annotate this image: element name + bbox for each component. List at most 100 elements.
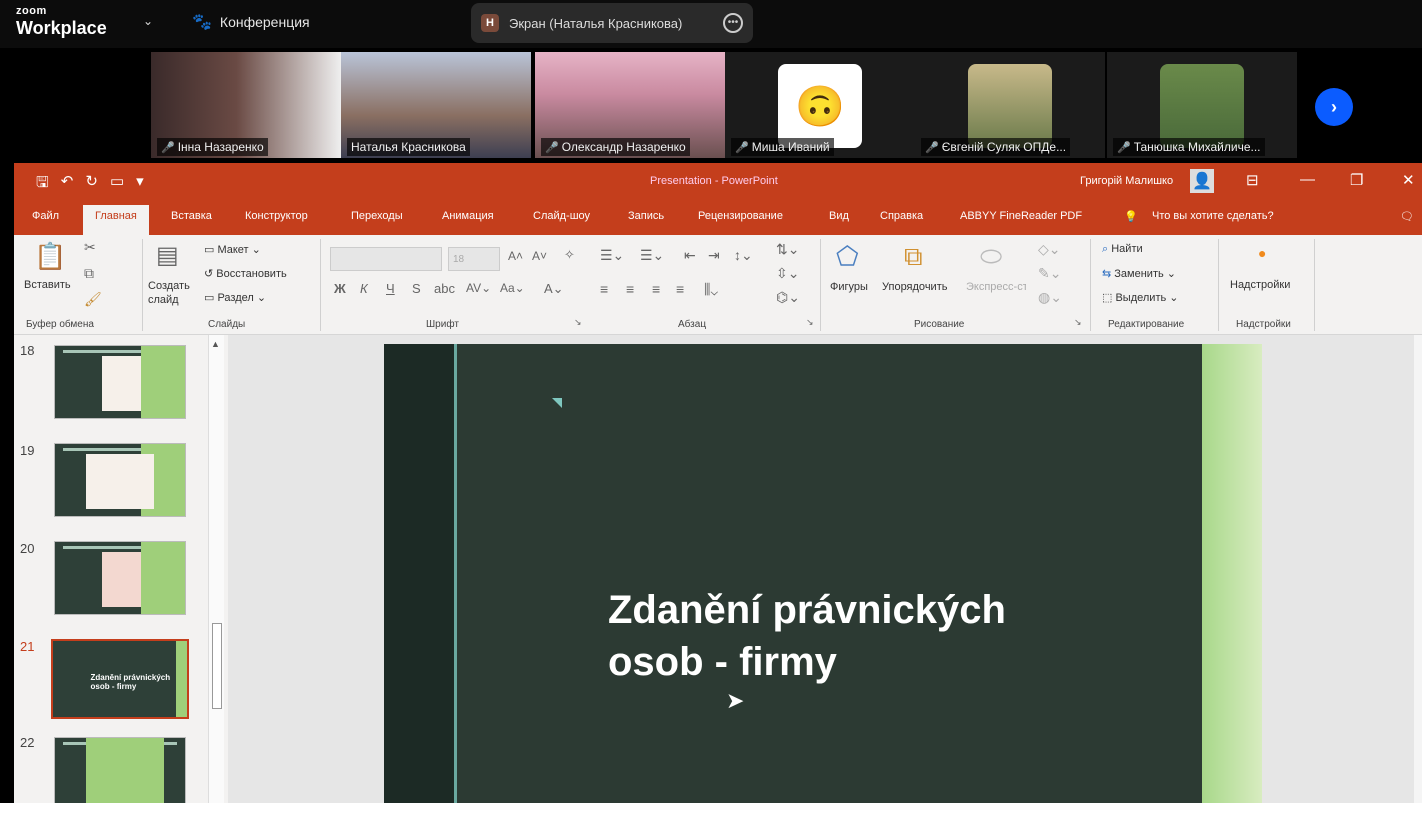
columns-icon[interactable]: ⫼⌄ xyxy=(704,281,718,298)
increase-indent-icon[interactable]: ⇥ xyxy=(708,247,720,264)
scrollbar-thumb[interactable] xyxy=(212,623,222,709)
next-page-button[interactable]: › xyxy=(1315,88,1353,126)
dialog-launcher-icon[interactable]: ↘ xyxy=(806,317,814,328)
account-name[interactable]: Григорій Малишко xyxy=(1080,175,1173,187)
section-button[interactable]: ▭ Раздел ⌄ xyxy=(204,291,266,304)
tab-abbyy[interactable]: ABBYY FineReader PDF xyxy=(960,210,1082,222)
line-spacing-icon[interactable]: ↕⌄ xyxy=(734,247,753,264)
tab-record[interactable]: Запись xyxy=(628,210,664,222)
underline-icon[interactable]: Ч xyxy=(386,281,395,296)
dialog-launcher-icon[interactable]: ↘ xyxy=(574,317,582,328)
slide-thumbnail-selected[interactable]: Zdanění právnických osob - firmy xyxy=(51,639,189,719)
save-icon[interactable]: 🖫 xyxy=(36,172,49,197)
tab-review[interactable]: Рецензирование xyxy=(698,210,783,222)
shape-fill-icon[interactable]: ◇⌄ xyxy=(1038,241,1061,258)
quick-styles-button[interactable]: Экспресс-стили xyxy=(966,281,1026,293)
participant-tile[interactable]: 🎤 Танюшка Михайличе... xyxy=(1107,52,1297,158)
tab-file[interactable]: Файл xyxy=(32,210,59,222)
font-size-dropdown[interactable]: 18 xyxy=(448,247,500,271)
bold-icon[interactable]: Ж xyxy=(334,281,346,296)
tab-animations[interactable]: Анимация xyxy=(442,210,494,222)
justify-icon[interactable]: ≡ xyxy=(676,281,684,297)
comments-icon[interactable]: 🗨 xyxy=(1400,210,1414,223)
more-icon[interactable]: ••• xyxy=(723,13,743,33)
screen-share-indicator[interactable]: Н Экран (Наталья Красникова) ••• xyxy=(471,3,753,43)
shape-outline-icon[interactable]: ✎⌄ xyxy=(1038,265,1061,282)
bullets-icon[interactable]: ☰⌄ xyxy=(600,247,624,264)
quick-styles-icon[interactable]: ⬭ xyxy=(980,241,1002,273)
participant-tile[interactable]: 🎤 Олександр Назаренко xyxy=(535,52,725,158)
shapes-button[interactable]: Фигуры xyxy=(830,281,868,293)
customize-qat-icon[interactable]: ▾ xyxy=(136,172,144,197)
paste-button[interactable]: Вставить xyxy=(24,279,71,291)
font-color-icon[interactable]: A⌄ xyxy=(544,281,564,297)
slide-thumbnail[interactable] xyxy=(54,443,186,517)
undo-icon[interactable]: ↶ xyxy=(61,172,74,197)
editor-scrollbar[interactable] xyxy=(1414,335,1422,803)
numbering-icon[interactable]: ☰⌄ xyxy=(640,247,664,264)
replace-button[interactable]: ⇆ Заменить ⌄ xyxy=(1102,267,1176,280)
addins-icon[interactable]: ● xyxy=(1258,245,1266,261)
cut-icon[interactable]: ✂ xyxy=(84,239,96,256)
tab-help[interactable]: Справка xyxy=(880,210,923,222)
shape-effects-icon[interactable]: ◍⌄ xyxy=(1038,289,1062,306)
italic-icon[interactable]: К xyxy=(360,281,368,296)
increase-font-icon[interactable]: A˄ xyxy=(508,249,523,263)
participant-tile-active-speaker[interactable]: Наталья Красникова xyxy=(341,52,531,158)
align-left-icon[interactable]: ≡ xyxy=(600,281,608,297)
scroll-up-icon[interactable]: ▲ xyxy=(211,339,220,349)
slide-thumbnail[interactable] xyxy=(54,541,186,615)
text-direction-icon[interactable]: ⇅⌄ xyxy=(776,241,799,258)
slide-title[interactable]: Zdanění právnických osob - firmy xyxy=(608,584,1006,688)
participant-tile[interactable]: 🎤 Євгеній Суляк ОПДе... xyxy=(915,52,1105,158)
tab-design[interactable]: Конструктор xyxy=(245,210,308,222)
tab-slideshow[interactable]: Слайд-шоу xyxy=(533,210,590,222)
change-case-icon[interactable]: Aa⌄ xyxy=(500,281,525,295)
select-button[interactable]: ⬚ Выделить ⌄ xyxy=(1102,291,1179,304)
arrange-button[interactable]: Упорядочить xyxy=(882,281,947,293)
new-slide-button[interactable]: Создать слайд xyxy=(148,279,204,307)
arrange-icon[interactable]: ⧉ xyxy=(904,241,923,273)
layout-button[interactable]: ▭ Макет ⌄ xyxy=(204,243,261,256)
slide-thumbnail[interactable] xyxy=(54,345,186,419)
thumbnail-scrollbar[interactable]: ▲ xyxy=(208,335,224,803)
account-avatar[interactable]: 👤 xyxy=(1190,169,1214,193)
smartart-icon[interactable]: ⌬⌄ xyxy=(776,289,800,306)
find-button[interactable]: ⌕ Найти xyxy=(1102,243,1143,256)
shadow-icon[interactable]: S xyxy=(412,281,421,296)
restore-icon[interactable]: ❐ xyxy=(1350,171,1363,189)
dialog-launcher-icon[interactable]: ↘ xyxy=(1074,317,1082,328)
participant-tile[interactable]: 🎤 Інна Назаренко xyxy=(151,52,341,158)
decrease-indent-icon[interactable]: ⇤ xyxy=(684,247,696,264)
shapes-icon[interactable]: ⬠ xyxy=(836,241,859,272)
reset-button[interactable]: ↺ Восстановить xyxy=(204,267,287,280)
tab-view[interactable]: Вид xyxy=(829,210,849,222)
slideshow-icon[interactable]: ▭ xyxy=(110,172,124,197)
align-center-icon[interactable]: ≡ xyxy=(626,281,634,297)
format-painter-icon[interactable]: 🖌 xyxy=(84,291,102,308)
font-name-dropdown[interactable] xyxy=(330,247,442,271)
strikethrough-icon[interactable]: abc xyxy=(434,281,455,296)
tab-insert[interactable]: Вставка xyxy=(171,210,212,222)
char-spacing-icon[interactable]: AV⌄ xyxy=(466,281,491,295)
tab-transitions[interactable]: Переходы xyxy=(351,210,403,222)
tab-home[interactable]: Главная xyxy=(83,205,149,235)
participant-tile[interactable]: 🙃 🎤 Миша Иваний xyxy=(725,52,915,158)
decrease-font-icon[interactable]: A˅ xyxy=(532,249,547,263)
ribbon-display-icon[interactable]: ⊟ xyxy=(1246,171,1259,189)
align-right-icon[interactable]: ≡ xyxy=(652,281,660,297)
new-slide-icon[interactable]: ▤ xyxy=(156,241,179,270)
copy-icon[interactable]: ⧉ xyxy=(84,265,94,282)
addins-button[interactable]: Надстройки xyxy=(1230,279,1290,291)
slide-thumbnail[interactable] xyxy=(54,737,186,803)
align-text-icon[interactable]: ⇳⌄ xyxy=(776,265,799,282)
paste-icon[interactable]: 📋 xyxy=(34,241,66,272)
meeting-name[interactable]: 🐾 Конференция xyxy=(192,12,310,32)
tell-me-search[interactable]: Что вы хотите сделать? xyxy=(1152,210,1274,222)
close-icon[interactable]: ✕ xyxy=(1402,171,1415,189)
current-slide[interactable]: Zdanění právnických osob - firmy ➤ xyxy=(384,344,1262,803)
redo-icon[interactable]: ↻ xyxy=(85,172,98,197)
chevron-down-icon[interactable]: ⌄ xyxy=(143,14,153,28)
clear-formatting-icon[interactable]: ✧ xyxy=(564,247,575,263)
minimize-icon[interactable]: — xyxy=(1300,171,1315,188)
